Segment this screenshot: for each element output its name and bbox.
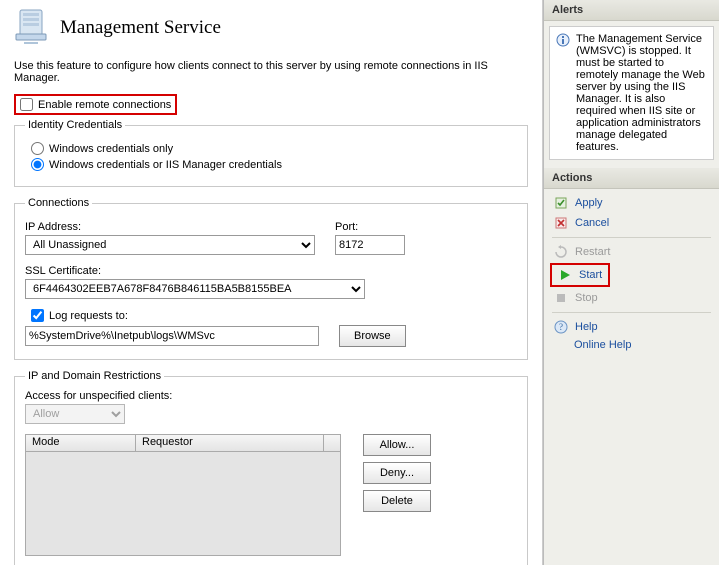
enable-remote-label[interactable]: Enable remote connections xyxy=(38,99,171,111)
ip-address-select[interactable]: All Unassigned xyxy=(25,235,315,255)
log-requests-checkbox[interactable] xyxy=(31,309,44,322)
col-requestor[interactable]: Requestor xyxy=(136,435,324,451)
connections-group: Connections IP Address: All Unassigned P… xyxy=(14,197,528,360)
info-icon xyxy=(556,33,570,47)
separator-2 xyxy=(552,312,711,313)
start-label: Start xyxy=(579,269,602,281)
page-title: Management Service xyxy=(60,17,221,39)
stop-action: Stop xyxy=(548,288,715,308)
separator xyxy=(552,237,711,238)
svg-text:?: ? xyxy=(559,322,563,332)
online-help-link[interactable]: Online Help xyxy=(548,337,715,355)
actions-heading: Actions xyxy=(544,168,719,189)
alert-box: The Management Service (WMSVC) is stoppe… xyxy=(549,26,714,160)
restart-label: Restart xyxy=(575,246,610,258)
log-path-input[interactable] xyxy=(25,326,319,346)
actions-list: Apply Cancel Restart Start xyxy=(544,189,719,359)
start-highlight: Start xyxy=(550,263,610,287)
restart-icon xyxy=(554,245,568,259)
browse-button[interactable]: Browse xyxy=(339,325,406,347)
cancel-action[interactable]: Cancel xyxy=(548,213,715,233)
restrictions-grid[interactable]: Mode Requestor xyxy=(25,434,341,556)
main-panel: Management Service Use this feature to c… xyxy=(0,0,543,565)
allow-button[interactable]: Allow... xyxy=(363,434,431,456)
port-input[interactable] xyxy=(335,235,405,255)
page-description: Use this feature to configure how client… xyxy=(14,60,528,84)
log-requests-label[interactable]: Log requests to: xyxy=(49,310,128,322)
side-panel: Alerts The Management Service (WMSVC) is… xyxy=(543,0,719,565)
alert-message: The Management Service (WMSVC) is stoppe… xyxy=(576,33,707,153)
radio-windows-only[interactable] xyxy=(31,142,44,155)
help-action[interactable]: ? Help xyxy=(548,317,715,337)
management-service-icon xyxy=(14,8,48,48)
connections-legend: Connections xyxy=(25,197,92,209)
ip-restrictions-group: IP and Domain Restrictions Access for un… xyxy=(14,370,528,565)
help-label: Help xyxy=(575,321,598,333)
help-icon: ? xyxy=(554,320,568,334)
enable-remote-highlight: Enable remote connections xyxy=(14,94,177,115)
apply-label: Apply xyxy=(575,197,603,209)
start-icon xyxy=(558,268,572,282)
restrictions-legend: IP and Domain Restrictions xyxy=(25,370,164,382)
restart-action: Restart xyxy=(548,242,715,262)
access-select: Allow xyxy=(25,404,125,424)
identity-legend: Identity Credentials xyxy=(25,119,125,131)
deny-button[interactable]: Deny... xyxy=(363,462,431,484)
identity-credentials-group: Identity Credentials Windows credentials… xyxy=(14,119,528,187)
start-action[interactable]: Start xyxy=(556,266,604,284)
stop-icon xyxy=(554,291,568,305)
col-mode[interactable]: Mode xyxy=(26,435,136,451)
radio-windows-or-iis[interactable] xyxy=(31,158,44,171)
cancel-label: Cancel xyxy=(575,217,609,229)
radio-windows-only-label[interactable]: Windows credentials only xyxy=(49,143,173,155)
alerts-heading: Alerts xyxy=(544,0,719,21)
ssl-label: SSL Certificate: xyxy=(25,265,517,277)
cancel-icon xyxy=(554,216,568,230)
col-spacer xyxy=(324,435,340,451)
enable-remote-checkbox[interactable] xyxy=(20,98,33,111)
port-label: Port: xyxy=(335,221,405,233)
stop-label: Stop xyxy=(575,292,598,304)
access-label: Access for unspecified clients: xyxy=(25,390,517,402)
page-header: Management Service xyxy=(14,8,528,48)
apply-icon xyxy=(554,196,568,210)
ssl-certificate-select[interactable]: 6F4464302EEB7A678F8476B846115BA5B8155BEA xyxy=(25,279,365,299)
grid-body[interactable] xyxy=(25,452,341,556)
ip-label: IP Address: xyxy=(25,221,315,233)
apply-action[interactable]: Apply xyxy=(548,193,715,213)
radio-windows-or-iis-label[interactable]: Windows credentials or IIS Manager crede… xyxy=(49,159,282,171)
delete-button[interactable]: Delete xyxy=(363,490,431,512)
